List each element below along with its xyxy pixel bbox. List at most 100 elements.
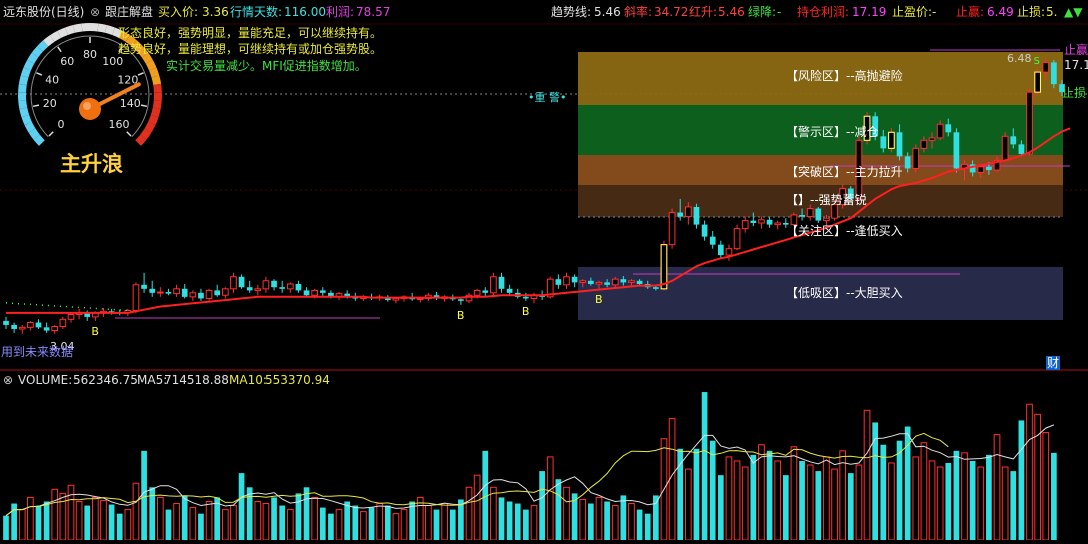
volume-bar-73	[596, 497, 602, 540]
trend-value: 5.46	[594, 5, 621, 19]
volume-bar-89	[726, 457, 732, 540]
candle-body-101	[824, 218, 830, 220]
volume-bar-3	[28, 497, 34, 540]
volume-bar-104	[848, 473, 854, 540]
tp2-value: 6.49	[987, 5, 1014, 19]
gauge-arc-seg-2	[28, 124, 32, 131]
candle-body-18	[149, 289, 155, 293]
volume-bar-11	[93, 497, 99, 540]
candle-body-58	[474, 290, 480, 295]
zone-label-warn: 【警示区】--减仓	[786, 125, 879, 139]
gauge-arc-seg-37	[148, 124, 152, 131]
b-signal-2: B	[522, 305, 530, 318]
gauge-tick-label-4: 80	[83, 48, 97, 61]
gauge-arc-seg-1	[32, 131, 37, 138]
vol-menu-icon[interactable]: ⊗	[3, 373, 13, 387]
sl-label: 止损:	[1017, 5, 1045, 19]
candle-body-35	[287, 284, 293, 289]
volume-bar-123	[1002, 467, 1008, 540]
tp-value: -	[932, 5, 936, 19]
candle-body-125	[1019, 144, 1025, 154]
zone-label-low: 【低吸区】--大胆买入	[786, 286, 903, 300]
volume-bar-60	[491, 487, 497, 540]
candle-body-76	[621, 279, 627, 282]
cai-badge[interactable]: 财	[1046, 356, 1060, 370]
gauge-tick-6	[138, 73, 144, 75]
volume-bar-69	[564, 487, 570, 540]
close-icon[interactable]: ⊗	[90, 5, 100, 19]
volume-bar-14	[117, 514, 123, 540]
stock-title[interactable]: 远东股份(日线)	[3, 5, 84, 19]
hold-value: 17.19	[852, 5, 886, 19]
volume-bar-20	[166, 510, 172, 540]
candle-body-92	[750, 221, 756, 223]
volume-bar-4	[36, 506, 42, 540]
gauge-tick-8	[127, 132, 131, 136]
volume-bar-65	[531, 506, 537, 540]
candle-body-73	[596, 282, 602, 284]
candle-body-60	[491, 277, 497, 293]
volume-bar-44	[361, 512, 367, 540]
gauge-arc-seg-14	[46, 39, 52, 44]
volume-bar-120	[978, 467, 984, 540]
gauge-arc-seg-20	[90, 27, 98, 28]
candle-body-71	[580, 281, 586, 283]
volume-bar-10	[84, 506, 90, 540]
volume-bar-86	[702, 392, 708, 540]
candle-body-89	[726, 249, 732, 255]
volume-bar-63	[515, 504, 521, 540]
volume-bar-25	[206, 501, 212, 540]
gauge-arc-seg-10	[27, 62, 31, 69]
candle-body-128	[1043, 62, 1049, 72]
volume-bar-97	[791, 447, 797, 540]
volume-bar-87	[710, 441, 716, 540]
volume-bar-42	[344, 501, 350, 540]
chart-stage: BBBBS 020406080100120140160 远东股份(日线) ⊗ 跟…	[0, 0, 1088, 540]
candle-body-6	[52, 327, 58, 331]
scroll-arrow-icon[interactable]: ▲▼	[1064, 5, 1082, 19]
candle-body-20	[166, 292, 172, 294]
volume-bar-106	[864, 410, 870, 540]
volume-bar-19	[157, 497, 163, 540]
candle-body-77	[629, 281, 635, 283]
volume-bar-51	[417, 497, 423, 540]
indicator-name[interactable]: 跟庄解盘	[105, 5, 153, 19]
volume-bar-24	[198, 514, 204, 540]
candle-body-28	[231, 277, 237, 289]
volume-bar-105	[856, 465, 862, 540]
candle-body-27	[222, 289, 228, 295]
volume-bar-67	[547, 457, 553, 540]
volume-bar-58	[474, 475, 480, 540]
volume-bar-9	[76, 501, 82, 540]
candle-body-29	[239, 277, 245, 287]
zone-label-break: 【突破区】--主力拉升	[786, 165, 903, 179]
volume-bar-88	[718, 475, 724, 540]
candle-body-1	[11, 325, 17, 329]
candle-body-113	[921, 140, 927, 148]
volume-bar-62	[507, 501, 513, 540]
gauge-tick-0	[49, 132, 53, 136]
early-dotted-line	[6, 303, 128, 311]
volume-bar-124	[1010, 471, 1016, 540]
red-label: 红升:	[689, 5, 717, 19]
gauge-arc-seg-0	[37, 137, 42, 143]
candle-body-83	[677, 213, 683, 217]
gauge-hub	[79, 98, 101, 120]
ma10-value: 553370.94	[265, 373, 330, 387]
candle-body-114	[929, 138, 935, 140]
gauge-arc-seg-7	[22, 84, 23, 92]
volume-bar-41	[336, 510, 342, 540]
candle-body-70	[572, 277, 578, 283]
candle-body-94	[767, 220, 773, 225]
buy-value: 3.36	[202, 5, 229, 19]
candle-body-111	[905, 156, 911, 168]
gauge-arc-seg-39	[138, 137, 143, 143]
gauge-arc-seg-12	[35, 49, 40, 55]
candle-body-38	[312, 290, 318, 295]
volume-bar-31	[255, 501, 261, 540]
green-value: -	[777, 5, 781, 19]
gauge-tick-label-7: 140	[120, 97, 141, 110]
gauge-arc-seg-36	[152, 116, 155, 124]
volume-bar-23	[190, 508, 196, 540]
gauge-arc-seg-34	[157, 100, 158, 108]
